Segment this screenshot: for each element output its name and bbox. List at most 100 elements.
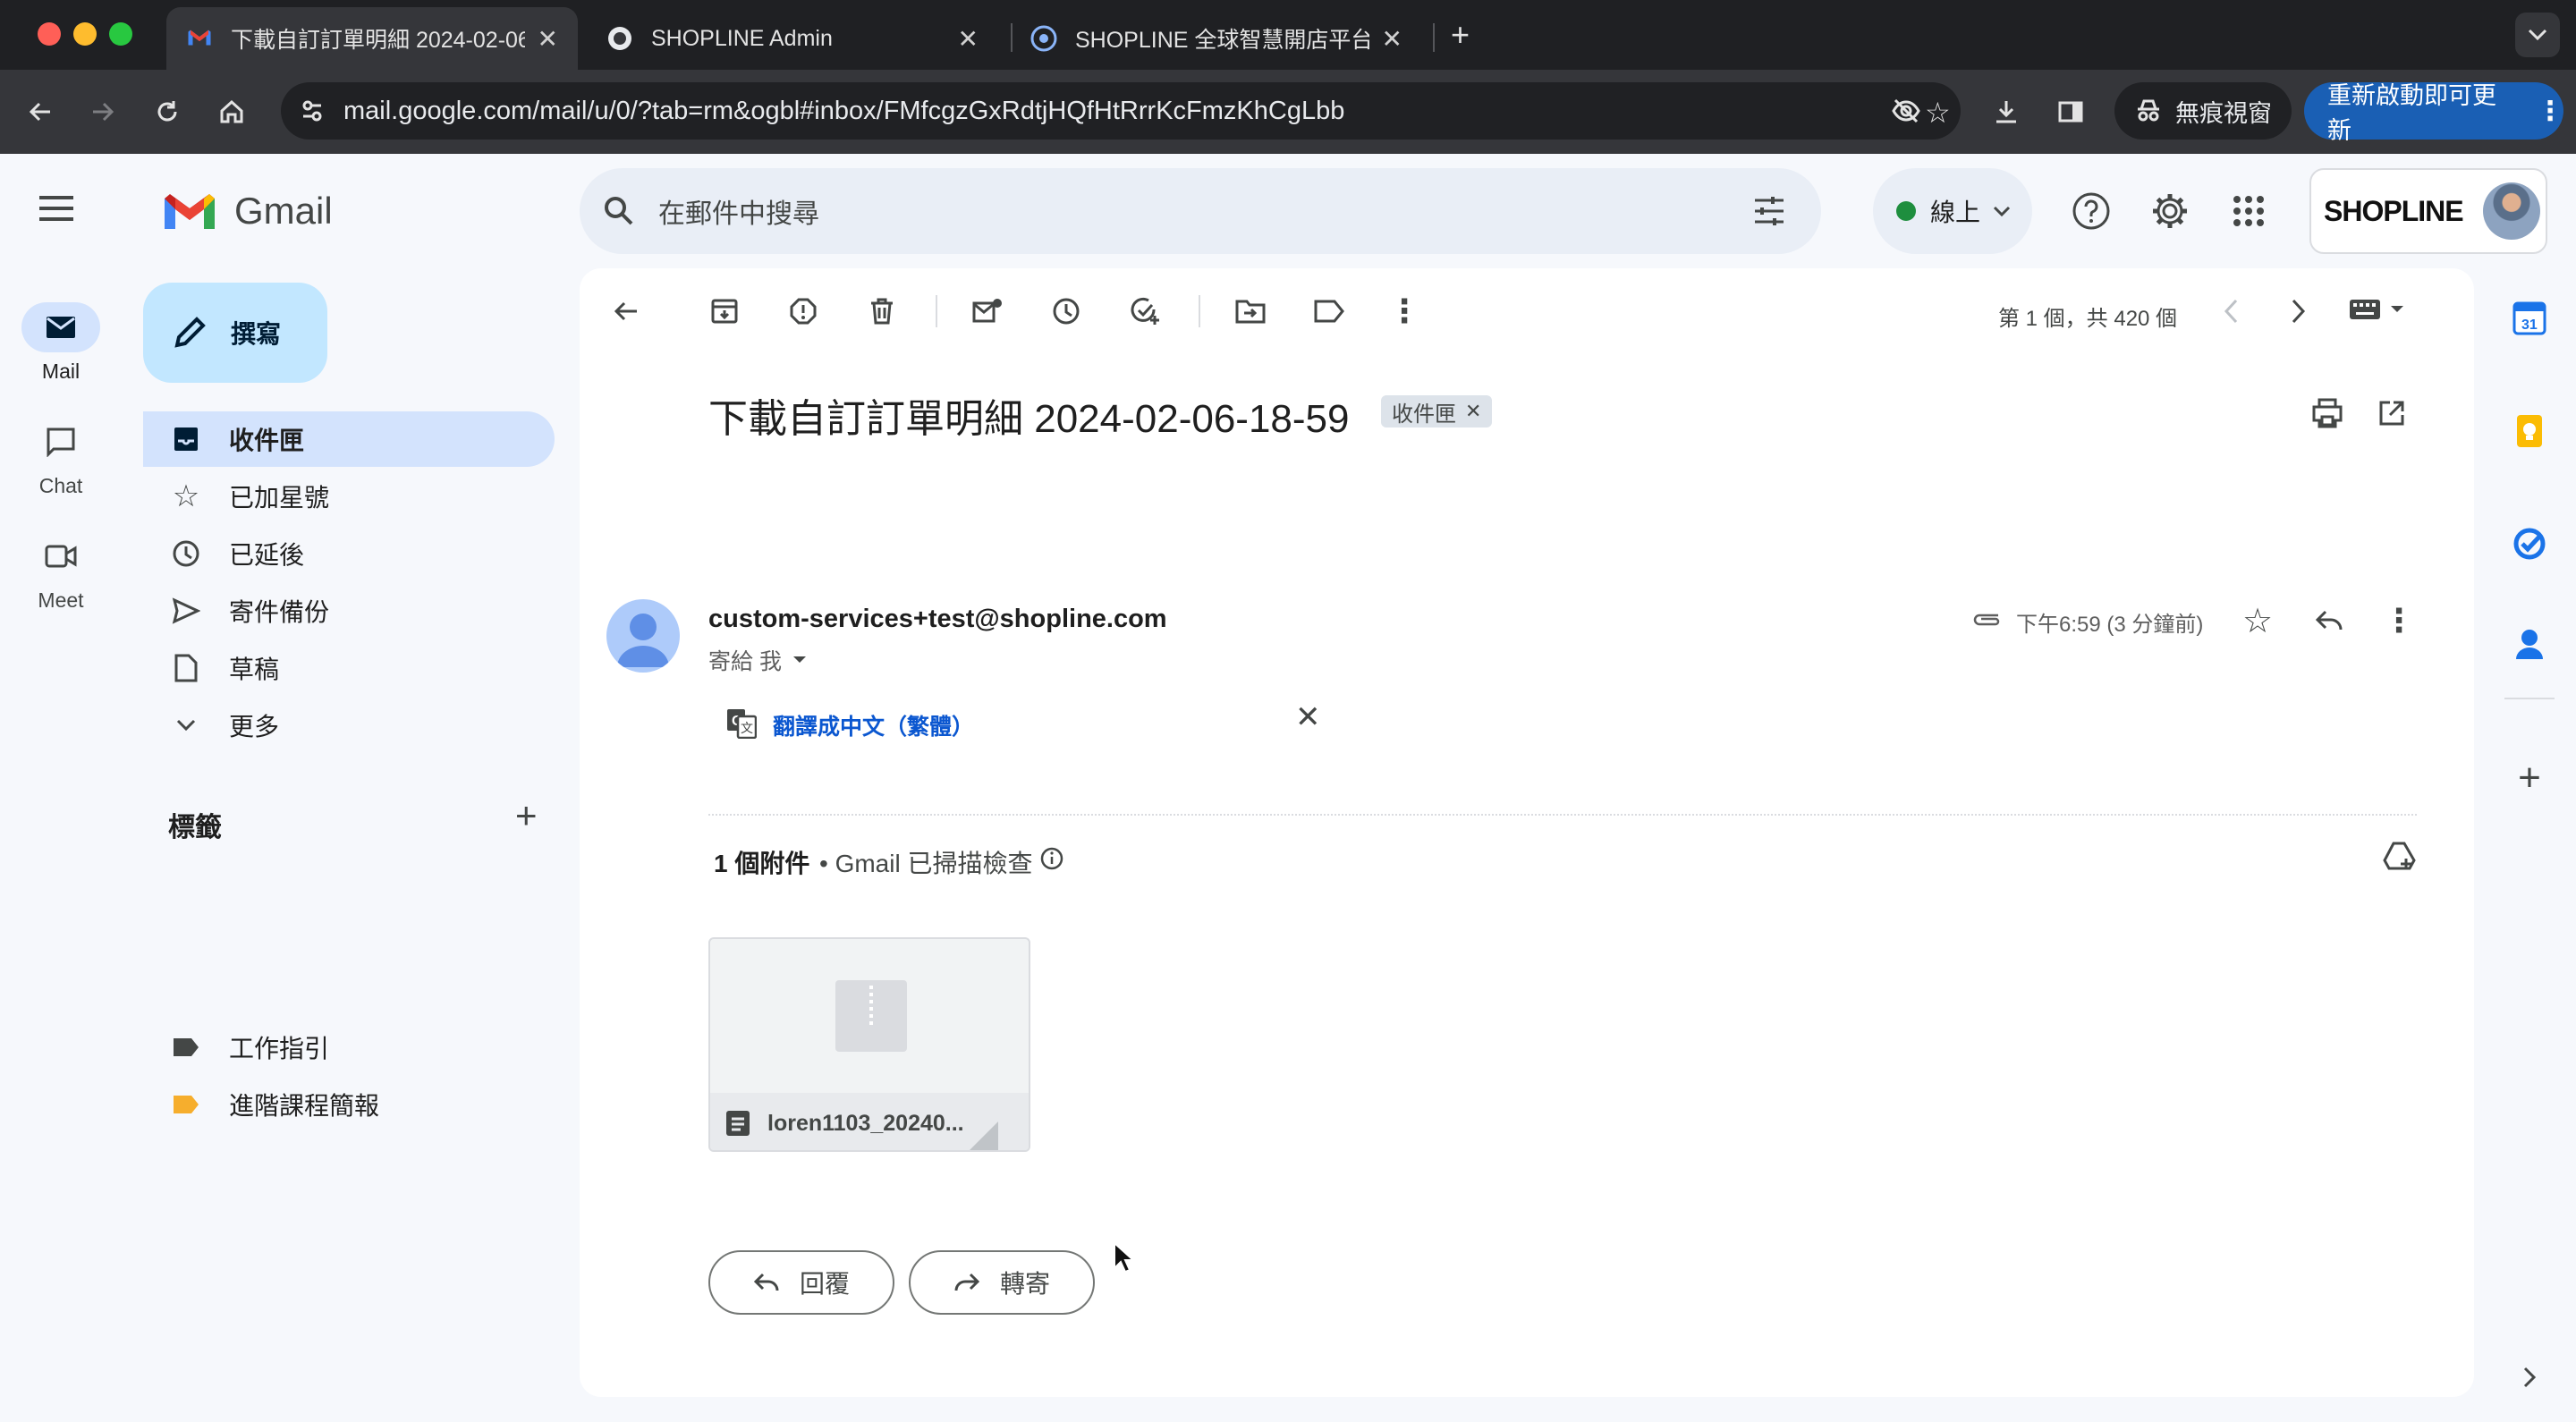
report-spam-button[interactable]	[778, 286, 828, 336]
nav-label: 收件匣	[229, 427, 305, 454]
settings-button[interactable]	[2141, 182, 2199, 240]
back-button[interactable]	[18, 89, 63, 134]
forward-button[interactable]	[80, 89, 125, 134]
compose-button[interactable]: 撰寫	[143, 283, 327, 383]
remove-label-icon[interactable]: ✕	[1465, 400, 1481, 423]
nav-item-sent[interactable]: 寄件備份	[143, 583, 555, 639]
search-bar[interactable]: 在郵件中搜尋	[580, 168, 1821, 254]
search-placeholder: 在郵件中搜尋	[658, 199, 819, 229]
older-button[interactable]	[2274, 286, 2324, 336]
chevron-down-icon	[2528, 29, 2547, 41]
rail-item-chat[interactable]: Chat	[0, 417, 122, 498]
eye-off-icon[interactable]	[1891, 97, 1921, 124]
bookmark-star-icon[interactable]: ☆	[1925, 96, 1951, 130]
delete-button[interactable]	[857, 286, 907, 336]
home-button[interactable]	[209, 89, 254, 134]
pencil-icon	[174, 317, 206, 348]
input-tools-button[interactable]	[2349, 299, 2404, 320]
nav-item-starred[interactable]: ☆ 已加星號	[143, 469, 555, 524]
reply-action-button[interactable]: 回覆	[708, 1250, 894, 1315]
more-vert-icon[interactable]: ⋮	[1379, 286, 1429, 336]
mark-unread-button[interactable]	[962, 286, 1013, 336]
status-label: 線上	[1930, 199, 1981, 226]
contacts-app-button[interactable]	[2504, 619, 2555, 669]
close-tab-icon[interactable]: ✕	[958, 24, 979, 54]
inbox-icon	[161, 426, 211, 453]
star-message-icon[interactable]: ☆	[2233, 596, 2283, 646]
maximize-window-button[interactable]	[109, 22, 132, 46]
mark-unread-icon	[972, 299, 1002, 323]
nav-item-snoozed[interactable]: 已延後	[143, 526, 555, 581]
open-new-window-button[interactable]	[2367, 388, 2417, 438]
help-button[interactable]	[2063, 182, 2120, 240]
star-icon: ☆	[172, 479, 200, 513]
label-item-work-guide[interactable]: 工作指引	[143, 1020, 555, 1075]
labels-header: 標籤	[168, 813, 222, 842]
labels-button[interactable]	[1304, 286, 1354, 336]
add-label-button[interactable]: +	[515, 794, 538, 837]
add-to-tasks-button[interactable]	[1120, 286, 1170, 336]
sender-avatar[interactable]	[606, 599, 680, 673]
new-tab-button[interactable]: +	[1451, 16, 1470, 54]
calendar-app-button[interactable]: 31	[2504, 293, 2555, 343]
forward-icon	[954, 1273, 980, 1291]
site-info-icon[interactable]	[299, 97, 326, 124]
keep-app-button[interactable]	[2504, 406, 2555, 456]
hide-side-panel-button[interactable]	[2504, 1352, 2555, 1402]
rail-label: Mail	[41, 360, 80, 383]
incognito-indicator[interactable]: 無痕視窗	[2114, 82, 2292, 140]
get-addons-button[interactable]: +	[2504, 753, 2555, 803]
close-tab-icon[interactable]: ✕	[538, 24, 558, 54]
rail-item-meet[interactable]: Meet	[0, 531, 122, 613]
address-bar[interactable]: mail.google.com/mail/u/0/?tab=rm&ogbl#in…	[281, 82, 1961, 140]
newer-button[interactable]	[2206, 286, 2256, 336]
translate-message-link[interactable]: 翻譯成中文（繁體）	[773, 709, 974, 741]
browser-tab-gmail[interactable]: 下載自訂訂單明細 2024-02-06-18-59 - custom-servi…	[166, 7, 578, 70]
status-selector[interactable]: 線上	[1873, 168, 2032, 254]
nav-item-more[interactable]: 更多	[143, 698, 555, 753]
search-icon[interactable]	[603, 195, 635, 227]
search-options-icon[interactable]	[1751, 193, 1787, 229]
sender-email[interactable]: custom-services+test@shopline.com	[708, 605, 1167, 634]
main-menu-button[interactable]	[38, 195, 75, 222]
close-tab-icon[interactable]: ✕	[1382, 24, 1402, 54]
downloads-button[interactable]	[1984, 89, 2029, 134]
side-panel-button[interactable]	[2048, 89, 2093, 134]
forward-label: 轉寄	[999, 1270, 1050, 1298]
archive-button[interactable]	[699, 286, 750, 336]
close-translate-icon[interactable]: ✕	[1295, 699, 1321, 735]
info-icon[interactable]	[1039, 846, 1064, 871]
update-label: 重新啟動即可更新	[2327, 82, 2496, 144]
recipient-details[interactable]: 寄給 我	[708, 644, 807, 676]
tasks-app-button[interactable]	[2504, 519, 2555, 569]
browser-tab-shopline-admin[interactable]: SHOPLINE Admin ✕	[587, 7, 998, 70]
close-window-button[interactable]	[38, 22, 61, 46]
snooze-button[interactable]	[1041, 286, 1091, 336]
tab-search-button[interactable]	[2515, 13, 2560, 57]
account-switcher[interactable]: SHOPLINE	[2309, 168, 2547, 254]
reply-button[interactable]	[2304, 596, 2354, 646]
rail-item-mail[interactable]: Mail	[0, 302, 122, 384]
add-to-drive-button[interactable]	[2383, 841, 2417, 871]
forward-action-button[interactable]: 轉寄	[909, 1250, 1095, 1315]
archive-file-icon	[726, 1111, 750, 1136]
browser-tab-shopline-site[interactable]: SHOPLINE 全球智慧開店平台 | 網店 ✕	[1011, 7, 1422, 70]
google-apps-button[interactable]	[2220, 182, 2277, 240]
drive-add-icon	[2383, 842, 2416, 870]
nav-item-drafts[interactable]: 草稿	[143, 640, 555, 696]
folder-chip[interactable]: 收件匣 ✕	[1381, 395, 1493, 427]
attachment-card[interactable]: loren1103_20240...	[708, 937, 1030, 1152]
reload-button[interactable]	[145, 89, 190, 134]
label-name: 工作指引	[229, 1035, 330, 1062]
keep-bulb-icon	[2517, 415, 2542, 447]
back-to-inbox-button[interactable]	[601, 286, 651, 336]
label-item-advanced-course[interactable]: 進階課程簡報	[143, 1077, 555, 1132]
more-vert-icon[interactable]: ⋮	[2374, 596, 2424, 646]
left-navigation: 撰寫 收件匣 ☆ 已加星號 已延後 寄件備份 草稿 更多 標籤 + 工作指引 進…	[122, 154, 569, 1422]
move-to-button[interactable]	[1225, 286, 1275, 336]
print-all-button[interactable]	[2302, 388, 2352, 438]
relaunch-update-button[interactable]: 重新啟動即可更新 ⋮	[2304, 82, 2563, 144]
zip-file-icon	[835, 980, 907, 1052]
nav-item-inbox[interactable]: 收件匣	[143, 411, 555, 467]
minimize-window-button[interactable]	[73, 22, 97, 46]
